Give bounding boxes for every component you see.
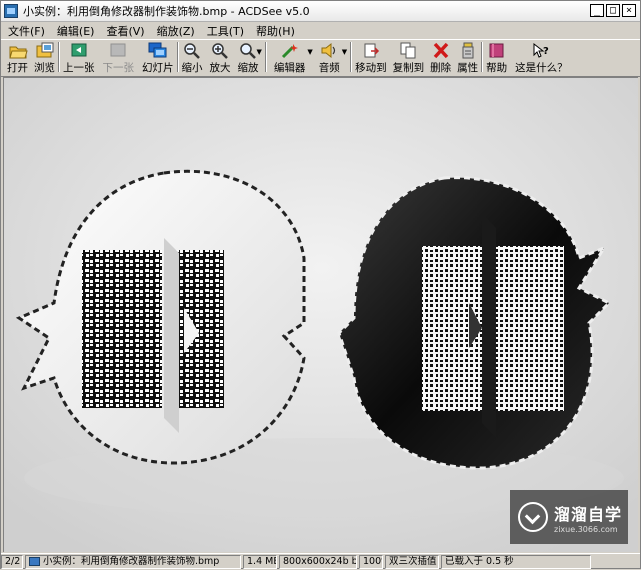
acdsee-app-icon[interactable] xyxy=(4,4,18,18)
menu-tools[interactable]: 工具(T) xyxy=(202,23,249,39)
delete-x-icon xyxy=(431,42,451,59)
open-button[interactable]: 打开 xyxy=(7,40,28,74)
toolbar-separator xyxy=(176,42,179,72)
zixue-play-icon xyxy=(518,502,548,532)
editor-label: 编辑器 xyxy=(273,62,306,74)
properties-button[interactable]: 属性 xyxy=(457,40,478,74)
browse-icon xyxy=(35,42,55,59)
window-title: 小实例：利用倒角修改器制作装饰物.bmp - ACDSee v5.0 xyxy=(23,5,310,18)
copy-to-icon xyxy=(398,42,418,59)
maximize-button[interactable]: □ xyxy=(606,4,620,17)
open-label: 打开 xyxy=(7,62,28,74)
editor-button[interactable]: 编辑器 xyxy=(273,40,306,74)
prev-button[interactable]: 上一张 xyxy=(63,40,95,74)
open-folder-icon xyxy=(8,42,28,59)
toolbar-separator xyxy=(481,42,484,72)
displayed-image xyxy=(4,78,638,552)
menu-bar: 文件(F) 编辑(E) 查看(V) 缩放(Z) 工具(T) 帮助(H) xyxy=(1,22,640,40)
zoom-icon xyxy=(238,42,258,59)
whats-this-label: 这是什么？ xyxy=(515,62,568,74)
copy-to-label: 复制到 xyxy=(392,62,425,74)
acdsee-window: 小实例：利用倒角修改器制作装饰物.bmp - ACDSee v5.0 _ □ ×… xyxy=(0,0,641,569)
zoom-out-icon xyxy=(182,42,202,59)
browse-label: 浏览 xyxy=(34,62,55,74)
next-image-icon xyxy=(108,42,128,59)
status-zoom: 100% xyxy=(359,555,383,569)
help-button[interactable]: 帮助 xyxy=(486,40,507,74)
zoom-in-label: 放大 xyxy=(209,62,231,74)
next-label: 下一张 xyxy=(102,62,135,74)
slideshow-icon xyxy=(148,42,168,59)
move-to-label: 移动到 xyxy=(355,62,387,74)
help-book-icon xyxy=(487,42,507,59)
zoom-out-label: 缩小 xyxy=(181,62,203,74)
zoom-button[interactable]: 缩放 xyxy=(238,40,259,74)
whats-this-icon: ? xyxy=(531,42,551,59)
zoom-in-button[interactable]: 放大 xyxy=(210,40,231,74)
zoom-out-button[interactable]: 缩小 xyxy=(182,40,203,74)
status-filter: 双三次插值 xyxy=(385,555,439,569)
speaker-icon xyxy=(319,42,339,59)
window-controls: _ □ × xyxy=(590,4,636,17)
watermark-badge: 溜溜自学 zixue.3066.com xyxy=(510,490,628,544)
toolbar: 打开 浏览 上一张 下一张 幻灯片 缩小 放大 缩放 ▼ 编辑器 ▼ 音频 ▼ … xyxy=(1,40,640,77)
status-filesize: 1.4 MB xyxy=(243,555,277,569)
image-viewer[interactable]: 溜溜自学 zixue.3066.com xyxy=(3,77,638,552)
slideshow-button[interactable]: 幻灯片 xyxy=(142,40,174,74)
move-to-button[interactable]: 移动到 xyxy=(355,40,387,74)
sound-dropdown-icon[interactable]: ▼ xyxy=(342,48,347,56)
menu-help[interactable]: 帮助(H) xyxy=(251,23,300,39)
status-index: 2/2 xyxy=(1,555,23,569)
toolbar-separator xyxy=(350,42,353,72)
properties-label: 属性 xyxy=(457,62,479,74)
help-label: 帮助 xyxy=(486,62,508,74)
delete-label: 删除 xyxy=(430,62,452,74)
prev-image-icon xyxy=(69,42,89,59)
editor-wand-icon xyxy=(280,42,300,59)
sound-button[interactable]: 音频 xyxy=(319,40,340,74)
zoom-in-icon xyxy=(210,42,230,59)
move-to-icon xyxy=(361,42,381,59)
whats-this-button[interactable]: ? 这是什么？ xyxy=(515,40,568,74)
status-bar: 2/2 小实例：利用倒角修改器制作装饰物.bmp 1.4 MB 800x600x… xyxy=(1,553,640,570)
menu-edit[interactable]: 编辑(E) xyxy=(52,23,100,39)
menu-zoom[interactable]: 缩放(Z) xyxy=(152,23,200,39)
minimize-button[interactable]: _ xyxy=(590,4,604,17)
editor-dropdown-icon[interactable]: ▼ xyxy=(307,48,312,56)
menu-view[interactable]: 查看(V) xyxy=(101,23,149,39)
bmp-file-icon xyxy=(29,557,40,566)
toolbar-separator xyxy=(58,42,60,72)
watermark-title: 溜溜自学 xyxy=(554,504,623,524)
status-dimensions: 800x600x24b bmp xyxy=(279,555,357,569)
sound-label: 音频 xyxy=(318,62,340,74)
delete-button[interactable]: 删除 xyxy=(430,40,451,74)
zoom-label: 缩放 xyxy=(237,62,259,74)
menu-file[interactable]: 文件(F) xyxy=(3,23,50,39)
watermark-url: zixue.3066.com xyxy=(554,524,618,534)
properties-icon xyxy=(458,42,478,59)
slideshow-label: 幻灯片 xyxy=(142,62,174,74)
toolbar-separator xyxy=(264,42,267,72)
title-bar: 小实例：利用倒角修改器制作装饰物.bmp - ACDSee v5.0 _ □ × xyxy=(1,1,640,22)
status-filename-text: 小实例：利用倒角修改器制作装饰物.bmp xyxy=(43,556,220,567)
status-filename: 小实例：利用倒角修改器制作装饰物.bmp xyxy=(25,555,241,569)
copy-to-button[interactable]: 复制到 xyxy=(392,40,425,74)
close-button[interactable]: × xyxy=(622,4,636,17)
svg-text:?: ? xyxy=(543,46,549,57)
browse-button[interactable]: 浏览 xyxy=(34,40,55,74)
prev-label: 上一张 xyxy=(63,62,95,74)
next-button[interactable]: 下一张 xyxy=(102,40,135,74)
status-load-time: 已载入于 0.5 秒 xyxy=(441,555,591,569)
watermark-text: 溜溜自学 zixue.3066.com xyxy=(554,501,622,534)
